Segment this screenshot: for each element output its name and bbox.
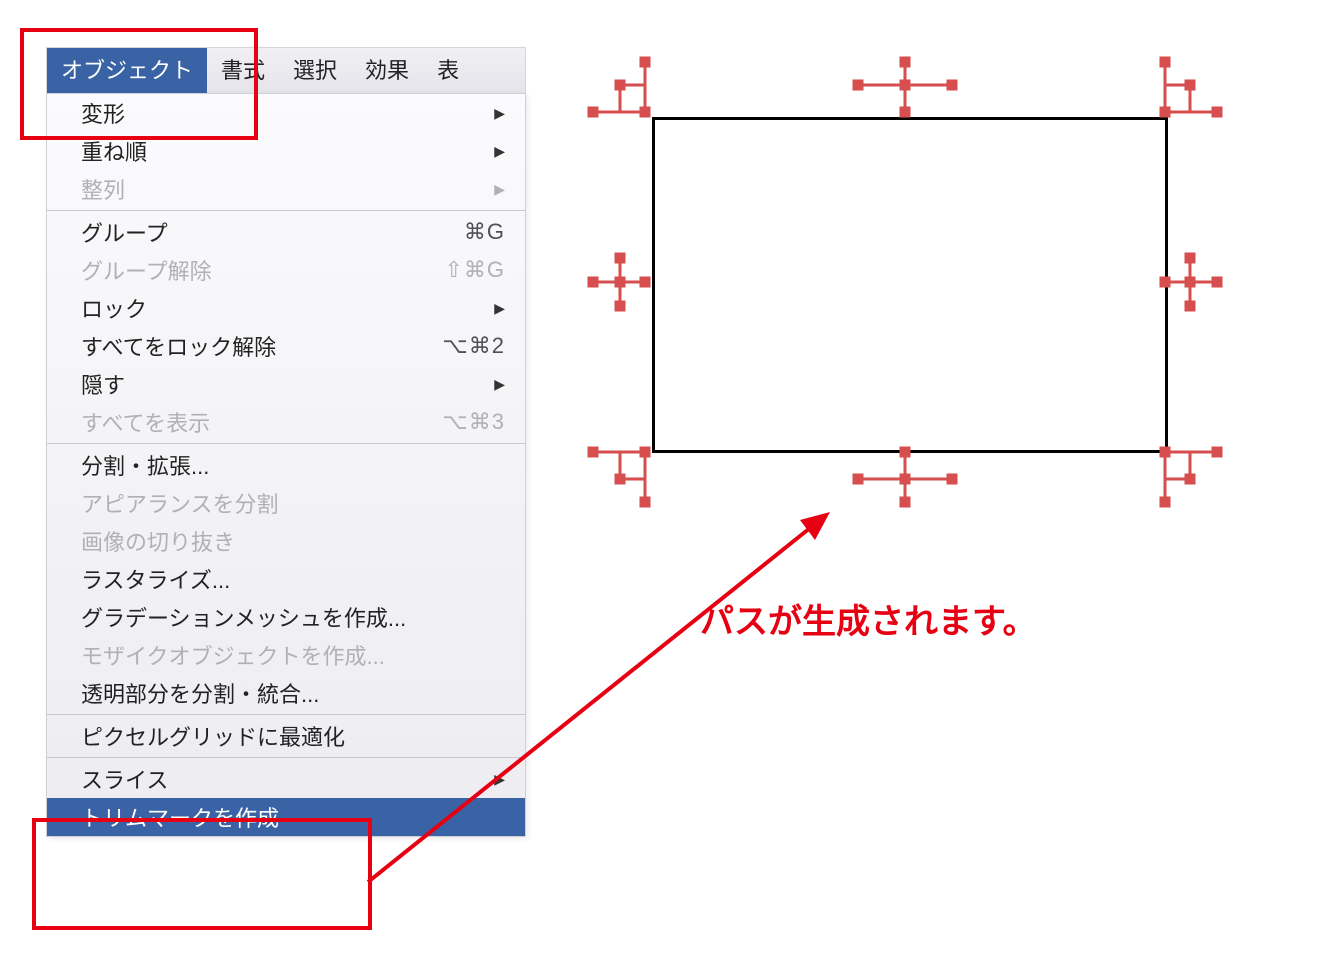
menu-item-label: スライス (81, 763, 168, 795)
annotation-arrow-icon (360, 490, 850, 890)
menubar-tab-effect[interactable]: 効果 (351, 48, 423, 93)
menu-item-label: ピクセルグリッドに最適化 (81, 720, 345, 752)
menu-item-label: グラデーションメッシュを作成... (81, 601, 406, 633)
menu-item-align: 整列 ▶ (47, 170, 525, 208)
menubar-tab-select[interactable]: 選択 (279, 48, 351, 93)
submenu-arrow-icon: ▶ (494, 143, 505, 160)
menu-item-label: 透明部分を分割・統合... (81, 677, 319, 709)
menu-shortcut: ⌘G (464, 219, 505, 245)
menu-item-label: グループ解除 (81, 254, 212, 286)
menu-item-label: ラスタライズ... (81, 563, 230, 595)
menu-item-label: すべてをロック解除 (81, 330, 276, 362)
menu-item-label: 隠す (81, 368, 125, 400)
menu-shortcut: ⌥⌘2 (442, 333, 505, 359)
menu-item-expand[interactable]: 分割・拡張... (47, 446, 525, 484)
menu-item-lock[interactable]: ロック ▶ (47, 289, 525, 327)
menu-item-unlock-all[interactable]: すべてをロック解除 ⌥⌘2 (47, 327, 525, 365)
menu-item-label: アピアランスを分割 (81, 487, 279, 519)
menu-item-label: すべてを表示 (81, 406, 210, 438)
menu-item-group[interactable]: グループ ⌘G (47, 213, 525, 251)
menu-shortcut: ⇧⌘G (444, 257, 505, 283)
menu-item-ungroup: グループ解除 ⇧⌘G (47, 251, 525, 289)
menu-item-show-all: すべてを表示 ⌥⌘3 (47, 403, 525, 441)
menubar-tab-object[interactable]: オブジェクト (47, 48, 207, 93)
menu-separator (47, 210, 525, 211)
menu-item-label: 整列 (81, 173, 125, 205)
trim-marks-graphic (575, 45, 1235, 525)
menu-item-label: 変形 (81, 97, 125, 129)
menu-item-label: ロック (81, 292, 147, 324)
menu-item-label: 重ね順 (81, 135, 147, 167)
menu-item-label: 分割・拡張... (81, 449, 209, 481)
submenu-arrow-icon: ▶ (494, 105, 505, 122)
annotation-text: パスが生成されます。 (700, 594, 1037, 643)
menu-item-hide[interactable]: 隠す ▶ (47, 365, 525, 403)
menubar-tab-view[interactable]: 表 (423, 48, 473, 93)
submenu-arrow-icon: ▶ (494, 300, 505, 317)
submenu-arrow-icon: ▶ (494, 181, 505, 198)
menu-separator (47, 443, 525, 444)
menu-item-transform[interactable]: 変形 ▶ (47, 94, 525, 132)
menu-shortcut: ⌥⌘3 (442, 409, 505, 435)
menu-item-label: 画像の切り抜き (81, 525, 235, 557)
menu-item-label: モザイクオブジェクトを作成... (81, 639, 385, 671)
menubar-tab-type[interactable]: 書式 (207, 48, 279, 93)
menu-item-label: トリムマークを作成 (81, 801, 279, 833)
menu-item-arrange[interactable]: 重ね順 ▶ (47, 132, 525, 170)
app-menubar: オブジェクト 書式 選択 効果 表 (46, 47, 526, 94)
menu-item-label: グループ (81, 216, 168, 248)
submenu-arrow-icon: ▶ (494, 376, 505, 393)
